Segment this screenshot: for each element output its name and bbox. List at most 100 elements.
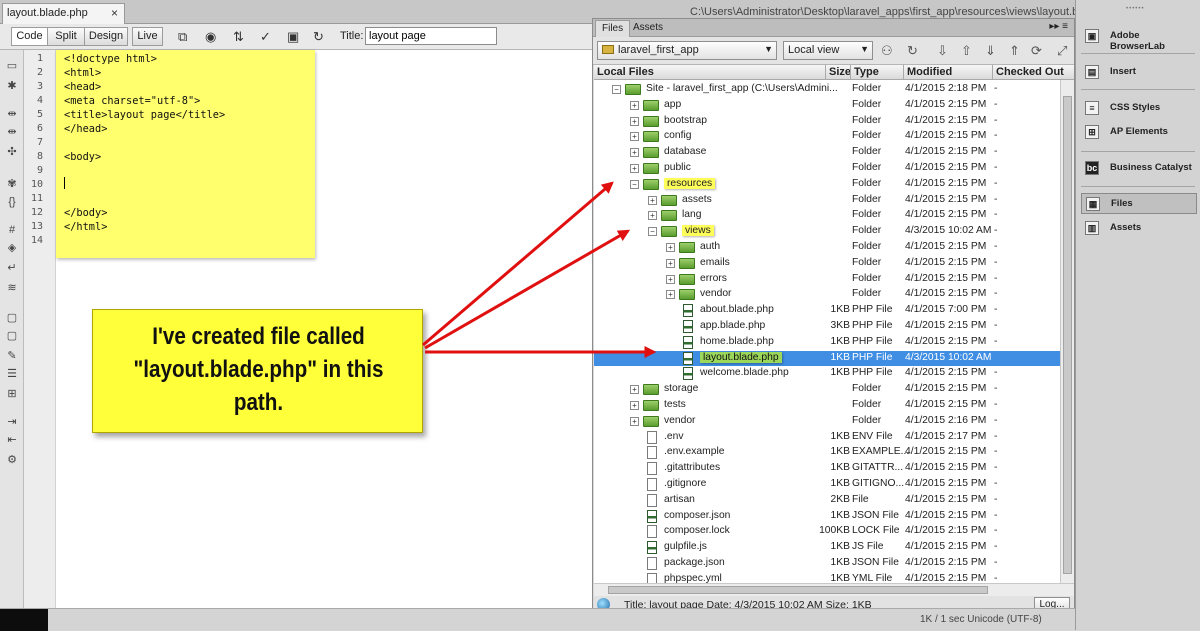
panel-insert[interactable]: ▤ Insert (1081, 62, 1197, 83)
file-row[interactable]: + vendor Folder 4/1/2015 2:16 PM - (594, 414, 1060, 430)
multiscreen-icon[interactable]: ⧉ (178, 29, 187, 45)
design-view-button[interactable]: Design (84, 27, 128, 46)
balance-braces-icon[interactable]: {} (5, 196, 19, 209)
site-select[interactable]: laravel_first_app ▼ (597, 41, 777, 60)
expand-icon[interactable]: + (666, 274, 675, 284)
indent-code-icon[interactable]: ⇥ (5, 416, 19, 429)
live-view-button[interactable]: Live (132, 27, 163, 46)
move-css-icon[interactable]: ⊞ (5, 388, 19, 401)
page-title-input[interactable] (365, 27, 497, 45)
collapse-icon[interactable]: − (630, 179, 639, 189)
file-row[interactable]: − views Folder 4/3/2015 10:02 AM - (594, 224, 1060, 240)
file-row[interactable]: + errors Folder 4/1/2015 2:15 PM - (594, 272, 1060, 288)
remove-comment-icon[interactable]: ▢ (5, 330, 19, 343)
document-tab[interactable]: layout.blade.php × (2, 3, 125, 24)
file-row[interactable]: + auth Folder 4/1/2015 2:15 PM - (594, 240, 1060, 256)
put-files-icon[interactable]: ⇧ (961, 43, 972, 59)
file-row[interactable]: + lang Folder 4/1/2015 2:15 PM - (594, 208, 1060, 224)
file-row[interactable]: layout.blade.php 1KB PHP File 4/3/2015 10:0… (594, 350, 1060, 367)
file-row[interactable]: + database Folder 4/1/2015 2:15 PM - (594, 145, 1060, 161)
code-line[interactable]: <!doctype html> (64, 53, 157, 65)
refresh-design-icon[interactable]: ↻ (313, 29, 324, 45)
check-out-icon[interactable]: ⇓ (985, 43, 996, 59)
file-row[interactable]: + vendor Folder 4/1/2015 2:15 PM - (594, 287, 1060, 303)
show-code-navigator-icon[interactable]: ✱ (5, 80, 19, 93)
code-line[interactable]: <meta charset="utf-8"> (64, 95, 200, 107)
select-parent-tag-icon[interactable]: ✾ (5, 178, 19, 191)
file-row[interactable]: + emails Folder 4/1/2015 2:15 PM - (594, 256, 1060, 272)
connect-remote-icon[interactable]: ⚇ (881, 43, 893, 59)
column-type[interactable]: Type (854, 66, 879, 78)
expand-icon[interactable]: + (666, 290, 675, 300)
file-row[interactable]: composer.lock 100KB LOCK File 4/1/2015 2:15… (594, 524, 1060, 540)
expand-icon[interactable]: + (630, 401, 639, 410)
format-source-icon[interactable]: ⚙ (5, 454, 19, 467)
file-row[interactable]: welcome.blade.php 1KB PHP File 4/1/2015 2:1… (594, 366, 1060, 382)
code-line[interactable]: <body> (64, 151, 101, 163)
expand-icon[interactable]: + (630, 100, 639, 110)
horizontal-scrollbar[interactable] (594, 583, 1074, 596)
collapse-selection-icon[interactable]: ⇹ (5, 126, 19, 139)
expand-icon[interactable]: + (630, 416, 639, 426)
panel-ap-elements[interactable]: ⊞ AP Elements (1081, 122, 1197, 143)
expand-icon[interactable]: + (630, 148, 639, 158)
code-line[interactable]: <title>layout page</title> (64, 109, 225, 121)
word-wrap-icon[interactable]: ↵ (5, 262, 19, 275)
expand-icon[interactable]: + (648, 211, 657, 221)
expand-icon[interactable]: + (648, 195, 657, 205)
scroll-thumb[interactable] (1063, 96, 1072, 574)
file-row[interactable]: .env.example 1KB EXAMPLE... 4/1/2015 2:15 P… (594, 445, 1060, 461)
visual-aids-icon[interactable]: ▣ (287, 29, 299, 45)
code-line[interactable]: <head> (64, 81, 101, 93)
open-documents-icon[interactable]: ▭ (5, 60, 19, 73)
file-row[interactable]: + tests Folder 4/1/2015 2:15 PM - (594, 398, 1060, 414)
code-line[interactable]: </head> (64, 123, 107, 135)
expand-icon[interactable]: + (630, 164, 639, 173)
code-line[interactable]: <html> (64, 67, 101, 79)
file-row[interactable]: gulpfile.js 1KB JS File 4/1/2015 2:15 PM - (594, 540, 1060, 556)
file-row[interactable]: composer.json 1KB JSON File 4/1/2015 2:15 P… (594, 509, 1060, 525)
file-row[interactable]: app.blade.php 3KB PHP File 4/1/2015 2:15 PM… (594, 319, 1060, 335)
file-management-icon[interactable]: ⇅ (233, 29, 244, 45)
view-select[interactable]: Local view ▼ (783, 41, 873, 60)
split-view-button[interactable]: Split (47, 27, 85, 46)
preview-browser-icon[interactable]: ◉ (205, 29, 216, 45)
w3c-validation-icon[interactable]: ✓ (260, 29, 271, 45)
panel-assets[interactable]: ▥ Assets (1081, 218, 1197, 239)
panel-files[interactable]: ▦ Files (1081, 193, 1197, 214)
file-row[interactable]: + app Folder 4/1/2015 2:15 PM - (594, 98, 1060, 114)
file-row[interactable]: package.json 1KB JSON File 4/1/2015 2:15 PM… (594, 556, 1060, 572)
expand-icon[interactable]: + (630, 116, 639, 126)
panel-css-styles[interactable]: ≡ CSS Styles (1081, 98, 1197, 119)
refresh-icon[interactable]: ↻ (907, 43, 918, 59)
recent-snippets-icon[interactable]: ☰ (5, 368, 19, 381)
column-size[interactable]: Size (829, 66, 851, 78)
tab-files[interactable]: Files (595, 20, 631, 37)
column-checked-out[interactable]: Checked Out (996, 66, 1064, 78)
line-numbers-icon[interactable]: # (5, 224, 19, 237)
expand-icon[interactable]: + (666, 243, 675, 252)
file-row[interactable]: about.blade.php 1KB PHP File 4/1/2015 7:00 … (594, 303, 1060, 319)
code-line[interactable]: </body> (64, 207, 107, 219)
expand-icon[interactable]: + (630, 385, 639, 395)
outdent-code-icon[interactable]: ⇤ (5, 434, 19, 447)
file-row[interactable]: − Site - laravel_first_app (C:\Users\Admi… (594, 82, 1060, 98)
file-row[interactable]: + bootstrap Folder 4/1/2015 2:15 PM - (594, 114, 1060, 130)
syntax-coloring-icon[interactable]: ≋ (5, 282, 19, 295)
file-row[interactable]: + storage Folder 4/1/2015 2:15 PM - (594, 382, 1060, 398)
collapse-tag-icon[interactable]: ⇹ (5, 108, 19, 121)
code-view-button[interactable]: Code (11, 27, 48, 46)
file-row[interactable]: artisan 2KB File 4/1/2015 2:15 PM - (594, 493, 1060, 509)
panel-adobe-browserlab[interactable]: ▣ Adobe BrowserLab (1081, 26, 1197, 52)
collapse-icon[interactable]: − (648, 227, 657, 237)
highlight-invalid-icon[interactable]: ◈ (5, 242, 19, 255)
collapse-icon[interactable]: − (612, 85, 621, 94)
panel-menu-icon[interactable]: ▸▸ ≡ (1049, 21, 1068, 32)
synchronize-icon[interactable]: ⟳ (1031, 43, 1042, 59)
scroll-thumb[interactable] (608, 586, 988, 594)
file-row[interactable]: + assets Folder 4/1/2015 2:15 PM - (594, 193, 1060, 209)
expand-icon[interactable]: + (666, 258, 675, 268)
check-in-icon[interactable]: ⇑ (1009, 43, 1020, 59)
column-modified[interactable]: Modified (907, 66, 952, 78)
panel-business-catalyst[interactable]: bc Business Catalyst (1081, 158, 1197, 179)
